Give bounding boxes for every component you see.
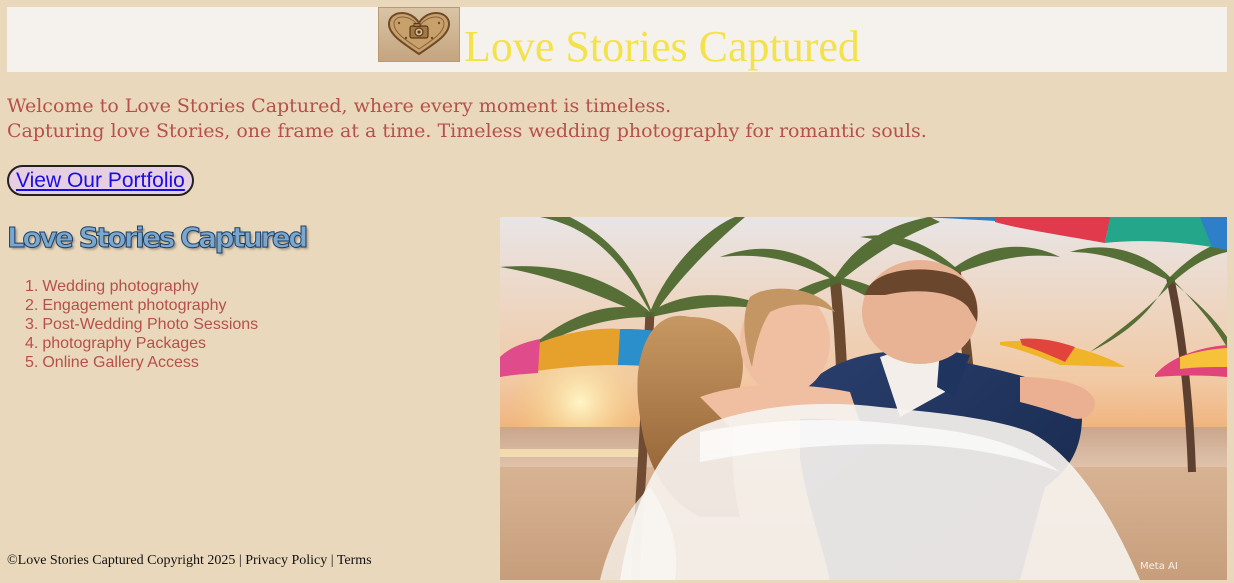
terms-link[interactable]: Terms (337, 553, 372, 568)
footer-separator: | (330, 553, 334, 568)
services-heading: Love Stories Captured (7, 221, 309, 255)
list-item: 3. Post-Wedding Photo Sessions (25, 316, 259, 333)
service-label: Online Gallery Access (42, 354, 199, 371)
privacy-policy-link[interactable]: Privacy Policy (245, 553, 327, 568)
service-label: photography Packages (42, 335, 207, 352)
list-item: 5. Online Gallery Access (25, 354, 199, 371)
welcome-text: Welcome to Love Stories Captured, where … (7, 95, 672, 117)
copyright-text: ©Love Stories Captured Copyright 2025 (7, 553, 236, 568)
photo-watermark: Meta AI (1140, 561, 1178, 572)
footer-separator: | (238, 553, 242, 568)
site-footer: ©Love Stories Captured Copyright 2025 | … (7, 552, 372, 570)
services-list: 1. Wedding photography 2. Engagement photo… (25, 277, 258, 372)
service-label: Wedding photography (42, 278, 199, 295)
heart-camera-logo-icon (378, 7, 460, 62)
site-header: Love Stories Captured (7, 7, 1227, 72)
site-title: Love Stories Captured (464, 22, 860, 71)
hero-wedding-photo: Meta AI (500, 217, 1227, 580)
service-label: Post-Wedding Photo Sessions (42, 316, 259, 333)
view-portfolio-button[interactable]: View Our Portfolio (7, 165, 194, 196)
list-item: 2. Engagement photography (25, 297, 227, 314)
intro-section: Welcome to Love Stories Captured, where … (7, 94, 927, 144)
list-item: 1. Wedding photography (25, 278, 199, 295)
service-label: Engagement photography (42, 297, 227, 314)
tagline-text: Capturing love Stories, one frame at a t… (7, 120, 927, 142)
list-item: 4. photography Packages (25, 335, 207, 352)
